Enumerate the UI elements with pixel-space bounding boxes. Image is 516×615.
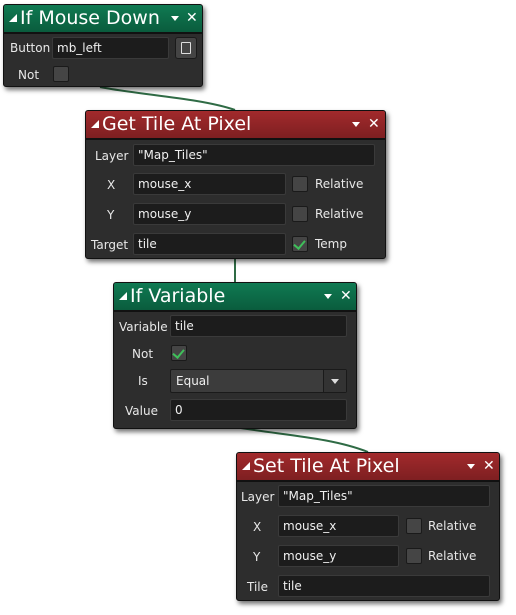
not-checkbox[interactable] xyxy=(53,66,69,82)
temp-label: Temp xyxy=(315,237,347,251)
tile-label: Tile xyxy=(247,580,269,594)
collapse-triangle-icon[interactable] xyxy=(91,120,99,128)
layer-label: Layer xyxy=(241,490,275,504)
close-icon[interactable]: ✕ xyxy=(368,114,380,134)
dropdown-button[interactable] xyxy=(323,370,346,392)
y-relative-checkbox[interactable] xyxy=(292,206,308,222)
x-field[interactable]: mouse_x xyxy=(133,173,286,195)
if-mouse-down-node[interactable]: If Mouse Down ✕ Button mb_left Not xyxy=(3,4,203,87)
chevron-down-icon xyxy=(331,379,339,384)
layer-field[interactable]: "Map_Tiles" xyxy=(133,144,375,166)
button-field[interactable]: mb_left xyxy=(52,37,169,59)
y-field[interactable]: mouse_y xyxy=(133,203,286,225)
y-relative-label: Relative xyxy=(315,207,364,221)
checkmark-icon xyxy=(293,237,306,250)
y-relative-label: Relative xyxy=(428,549,477,563)
x-label: X xyxy=(107,178,116,192)
x-field[interactable]: mouse_x xyxy=(278,515,399,537)
set-tile-at-pixel-node[interactable]: Set Tile At Pixel ✕ Layer "Map_Tiles" X … xyxy=(236,452,500,601)
chevron-down-icon[interactable] xyxy=(467,464,475,469)
is-select[interactable]: Equal xyxy=(170,369,347,393)
value-label: Value xyxy=(125,404,158,418)
close-icon[interactable]: ✕ xyxy=(340,286,352,306)
variable-label: Variable xyxy=(119,320,168,334)
node-title: If Variable xyxy=(130,285,226,307)
chevron-down-icon[interactable] xyxy=(324,294,332,299)
variable-field[interactable]: tile xyxy=(170,315,347,337)
button-label: Button xyxy=(10,41,51,55)
chevron-down-icon[interactable] xyxy=(171,16,179,21)
x-relative-label: Relative xyxy=(315,177,364,191)
collapse-triangle-icon[interactable] xyxy=(9,14,17,22)
node-header[interactable]: Set Tile At Pixel ✕ xyxy=(237,453,499,482)
tile-field[interactable]: tile xyxy=(278,575,490,597)
x-relative-checkbox[interactable] xyxy=(406,518,422,534)
y-label: Y xyxy=(107,208,115,222)
y-relative-checkbox[interactable] xyxy=(406,548,422,564)
x-relative-label: Relative xyxy=(428,519,477,533)
connector-wire-1 xyxy=(99,86,236,111)
node-title: Set Tile At Pixel xyxy=(253,455,400,477)
y-label: Y xyxy=(253,550,261,564)
chevron-down-icon[interactable] xyxy=(352,122,360,127)
target-label: Target xyxy=(91,238,129,252)
collapse-triangle-icon[interactable] xyxy=(242,462,250,470)
if-variable-node[interactable]: If Variable ✕ Variable tile Not Is Equal… xyxy=(113,282,357,429)
target-field[interactable]: tile xyxy=(133,233,286,255)
is-label: Is xyxy=(138,374,148,388)
get-tile-at-pixel-node[interactable]: Get Tile At Pixel ✕ Layer "Map_Tiles" X … xyxy=(85,110,386,259)
not-label: Not xyxy=(18,68,40,82)
checkmark-icon xyxy=(172,346,185,359)
node-header[interactable]: Get Tile At Pixel ✕ xyxy=(86,111,385,140)
not-label: Not xyxy=(132,347,154,361)
not-checkbox[interactable] xyxy=(171,345,187,361)
layer-label: Layer xyxy=(95,149,129,163)
layer-field[interactable]: "Map_Tiles" xyxy=(278,485,490,507)
button-menu-button[interactable] xyxy=(175,37,197,59)
node-title: Get Tile At Pixel xyxy=(102,113,252,135)
node-header[interactable]: If Variable ✕ xyxy=(114,283,356,312)
x-label: X xyxy=(253,520,262,534)
is-select-value: Equal xyxy=(176,374,210,388)
x-relative-checkbox[interactable] xyxy=(292,176,308,192)
connector-wire-3 xyxy=(234,426,369,453)
close-icon[interactable]: ✕ xyxy=(483,456,495,476)
close-icon[interactable]: ✕ xyxy=(186,8,198,28)
collapse-triangle-icon[interactable] xyxy=(119,292,127,300)
value-field[interactable]: 0 xyxy=(170,399,347,421)
list-menu-icon xyxy=(181,42,191,54)
node-title: If Mouse Down xyxy=(20,7,160,29)
y-field[interactable]: mouse_y xyxy=(278,545,399,567)
temp-checkbox[interactable] xyxy=(292,236,308,252)
node-header[interactable]: If Mouse Down ✕ xyxy=(4,5,202,34)
